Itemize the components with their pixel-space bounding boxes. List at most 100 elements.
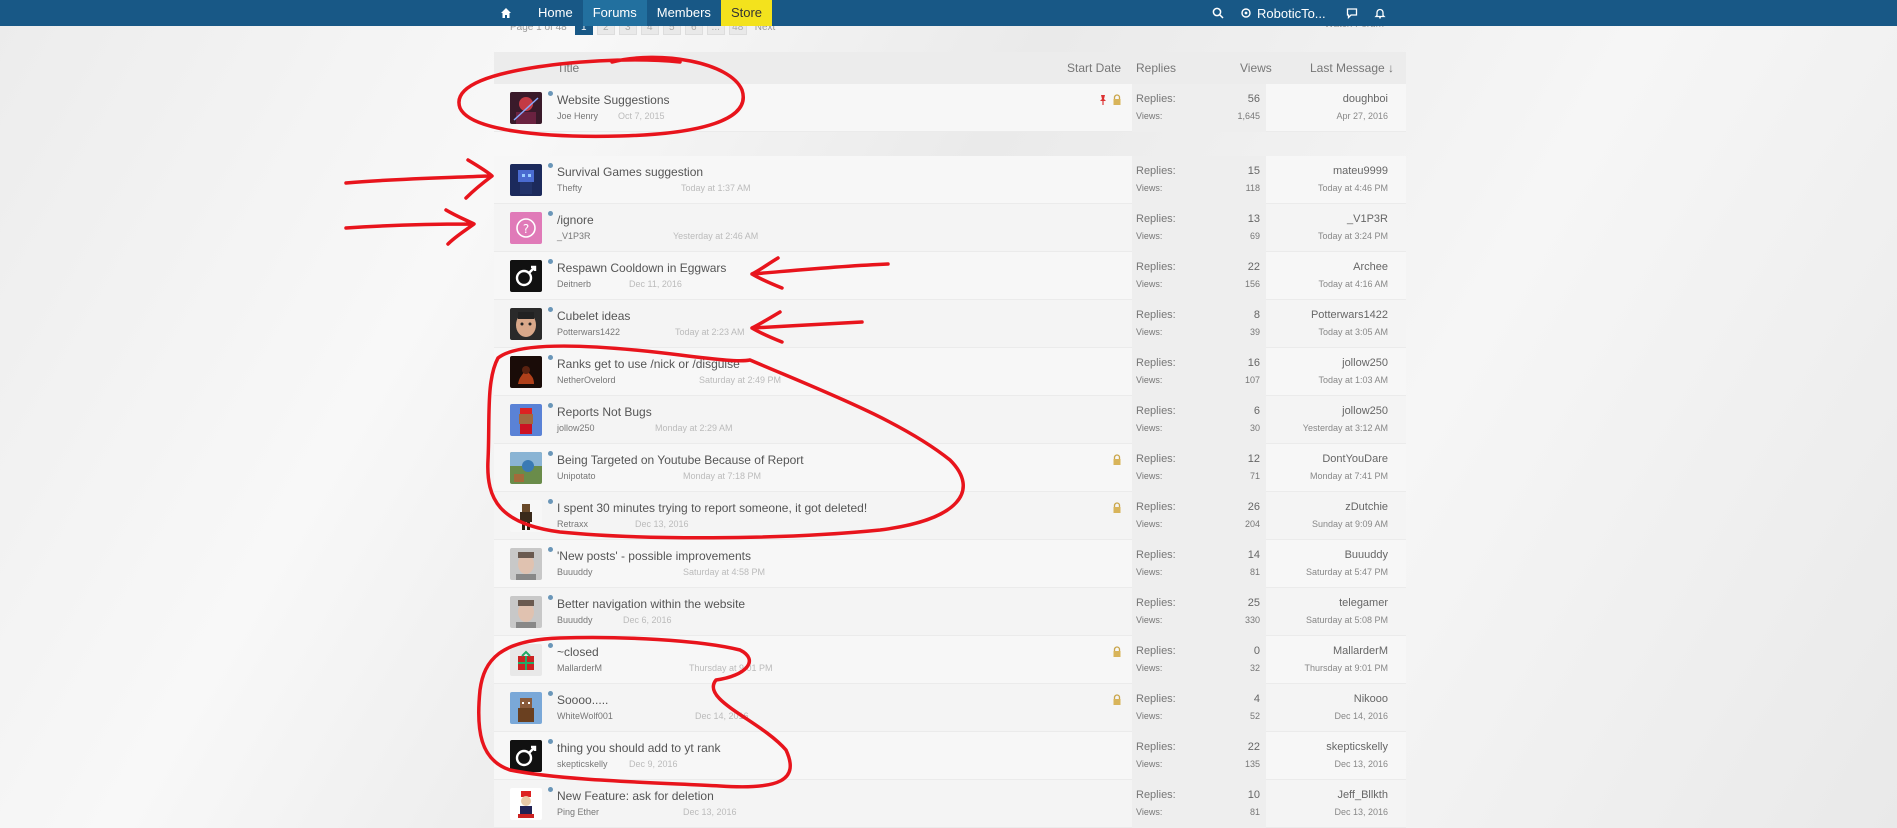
thread-author[interactable]: Buuuddy [557, 615, 593, 625]
avatar-photo-gray[interactable] [510, 548, 542, 580]
last-message-user[interactable]: Potterwars1422 [1274, 309, 1388, 321]
avatar-male-symbol[interactable] [510, 260, 542, 292]
thread-author[interactable]: Thefty [557, 183, 582, 193]
bell-icon[interactable] [1366, 0, 1394, 26]
avatar-photo-gray[interactable] [510, 596, 542, 628]
thread-author[interactable]: _V1P3R [557, 231, 591, 241]
thread-start-date[interactable]: Monday at 2:29 AM [655, 423, 733, 433]
last-message-user[interactable]: MallarderM [1274, 645, 1388, 657]
thread-start-date[interactable]: Dec 6, 2016 [623, 615, 672, 625]
avatar-minecraft-brown[interactable] [510, 692, 542, 724]
thread-title[interactable]: /ignore [557, 213, 594, 227]
avatar-male-symbol[interactable] [510, 740, 542, 772]
thread-row[interactable]: New Feature: ask for deletion Ping Ether D… [494, 780, 1406, 828]
avatar-present[interactable] [510, 644, 542, 676]
thread-start-date[interactable]: Saturday at 4:58 PM [683, 567, 765, 577]
last-message-date[interactable]: Dec 14, 2016 [1274, 711, 1388, 721]
col-last-message[interactable]: Last Message ↓ [1310, 61, 1394, 75]
thread-row[interactable]: I spent 30 minutes trying to report some… [494, 492, 1406, 540]
last-message-date[interactable]: Monday at 7:41 PM [1274, 471, 1388, 481]
thread-row[interactable]: ? /ignore _V1P3R Yesterday at 2:46 AM Replie… [494, 204, 1406, 252]
thread-row[interactable]: Cubelet ideas Potterwars1422 Today at 2:23… [494, 300, 1406, 348]
thread-title[interactable]: Being Targeted on Youtube Because of Rep… [557, 453, 804, 467]
thread-author[interactable]: Buuuddy [557, 567, 593, 577]
last-message-user[interactable]: _V1P3R [1274, 213, 1388, 225]
thread-title[interactable]: Ranks get to use /nick or /disguise [557, 357, 740, 371]
last-message-user[interactable]: mateu9999 [1274, 165, 1388, 177]
thread-row[interactable]: Reports Not Bugs jollow250 Monday at 2:29 … [494, 396, 1406, 444]
thread-start-date[interactable]: Thursday at 9:01 PM [689, 663, 773, 673]
last-message-date[interactable]: Saturday at 5:47 PM [1274, 567, 1388, 577]
last-message-user[interactable]: telegamer [1274, 597, 1388, 609]
thread-author[interactable]: Ping Ether [557, 807, 599, 817]
avatar-minecraft-blue[interactable] [510, 164, 542, 196]
last-message-user[interactable]: Buuuddy [1274, 549, 1388, 561]
col-replies[interactable]: Replies [1136, 61, 1176, 75]
thread-start-date[interactable]: Today at 1:37 AM [681, 183, 751, 193]
thread-author[interactable]: skepticskelly [557, 759, 608, 769]
thread-row[interactable]: Ranks get to use /nick or /disguise Nethe… [494, 348, 1406, 396]
thread-start-date[interactable]: Monday at 7:18 PM [683, 471, 761, 481]
last-message-date[interactable]: Yesterday at 3:12 AM [1274, 423, 1388, 433]
avatar-santa-char[interactable] [510, 788, 542, 820]
home-icon[interactable] [494, 0, 518, 26]
last-message-date[interactable]: Sunday at 9:09 AM [1274, 519, 1388, 529]
thread-title[interactable]: Better navigation within the website [557, 597, 745, 611]
tab-home[interactable]: Home [528, 0, 583, 26]
avatar-minecraft-skin[interactable] [510, 500, 542, 532]
last-message-user[interactable]: Archee [1274, 261, 1388, 273]
avatar-photo-red[interactable] [510, 92, 542, 124]
thread-author[interactable]: jollow250 [557, 423, 595, 433]
avatar-default-pink[interactable]: ? [510, 212, 542, 244]
thread-row[interactable]: ~closed MallarderM Thursday at 9:01 PM Repl… [494, 636, 1406, 684]
last-message-user[interactable]: jollow250 [1274, 405, 1388, 417]
thread-start-date[interactable]: Dec 13, 2016 [683, 807, 737, 817]
avatar-landscape[interactable] [510, 452, 542, 484]
last-message-date[interactable]: Today at 3:05 AM [1274, 327, 1388, 337]
avatar-minecraft-santa[interactable] [510, 404, 542, 436]
thread-author[interactable]: Joe Henry [557, 111, 598, 121]
thread-row[interactable]: Better navigation within the website Buuu… [494, 588, 1406, 636]
thread-start-date[interactable]: Dec 13, 2016 [635, 519, 689, 529]
thread-title[interactable]: Reports Not Bugs [557, 405, 652, 419]
thread-row[interactable]: Respawn Cooldown in Eggwars Deitnerb Dec 1… [494, 252, 1406, 300]
last-message-date[interactable]: Today at 3:24 PM [1274, 231, 1388, 241]
last-message-date[interactable]: Today at 4:16 AM [1274, 279, 1388, 289]
last-message-user[interactable]: doughboi [1274, 93, 1388, 105]
last-message-date[interactable]: Apr 27, 2016 [1274, 111, 1388, 121]
avatar-photo-face[interactable] [510, 308, 542, 340]
avatar-dark-fire[interactable] [510, 356, 542, 388]
tab-members[interactable]: Members [647, 0, 721, 26]
thread-author[interactable]: MallarderM [557, 663, 602, 673]
last-message-date[interactable]: Thursday at 9:01 PM [1274, 663, 1388, 673]
last-message-user[interactable]: jollow250 [1274, 357, 1388, 369]
thread-start-date[interactable]: Dec 9, 2016 [629, 759, 678, 769]
thread-title[interactable]: I spent 30 minutes trying to report some… [557, 501, 867, 515]
last-message-date[interactable]: Saturday at 5:08 PM [1274, 615, 1388, 625]
thread-start-date[interactable]: Today at 2:23 AM [675, 327, 745, 337]
tab-forums[interactable]: Forums [582, 0, 647, 26]
thread-title[interactable]: 'New posts' - possible improvements [557, 549, 751, 563]
thread-title[interactable]: Website Suggestions [557, 93, 670, 107]
thread-start-date[interactable]: Oct 7, 2015 [618, 111, 665, 121]
thread-row[interactable]: 'New posts' - possible improvements Buuud… [494, 540, 1406, 588]
last-message-date[interactable]: Today at 1:03 AM [1274, 375, 1388, 385]
thread-row[interactable]: thing you should add to yt rank skepticsk… [494, 732, 1406, 780]
last-message-date[interactable]: Dec 13, 2016 [1274, 807, 1388, 817]
thread-title[interactable]: Respawn Cooldown in Eggwars [557, 261, 726, 275]
thread-title[interactable]: Soooo..... [557, 693, 608, 707]
last-message-date[interactable]: Today at 4:46 PM [1274, 183, 1388, 193]
thread-author[interactable]: Potterwars1422 [557, 327, 620, 337]
thread-title[interactable]: thing you should add to yt rank [557, 741, 720, 755]
col-start-date[interactable]: Start Date [1067, 61, 1121, 75]
last-message-user[interactable]: Jeff_Bllkth [1274, 789, 1388, 801]
col-title[interactable]: Title [557, 61, 579, 75]
thread-author[interactable]: Deitnerb [557, 279, 591, 289]
thread-start-date[interactable]: Yesterday at 2:46 AM [673, 231, 758, 241]
last-message-user[interactable]: skepticskelly [1274, 741, 1388, 753]
thread-start-date[interactable]: Saturday at 2:49 PM [699, 375, 781, 385]
thread-start-date[interactable]: Dec 14, 2016 [695, 711, 749, 721]
chat-icon[interactable] [1338, 0, 1366, 26]
last-message-user[interactable]: zDutchie [1274, 501, 1388, 513]
thread-start-date[interactable]: Dec 11, 2016 [629, 279, 682, 289]
